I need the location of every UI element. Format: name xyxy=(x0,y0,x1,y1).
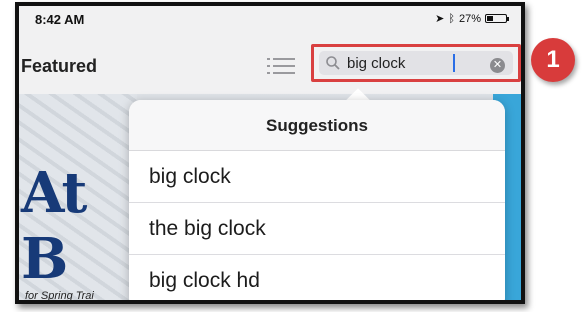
suggestions-popover: Suggestions big clock the big clock big … xyxy=(129,100,505,300)
suggestion-item[interactable]: the big clock xyxy=(129,203,505,255)
list-icon[interactable] xyxy=(267,56,295,76)
text-cursor xyxy=(453,54,455,72)
battery-percent: 27% xyxy=(458,12,481,25)
suggestion-item[interactable]: big clock xyxy=(129,151,505,203)
nav-title: Featured xyxy=(21,56,98,76)
step-callout-badge: 1 xyxy=(531,38,575,82)
banner-left[interactable]: At B for Spring Trai xyxy=(19,94,137,302)
suggestion-label: big clock xyxy=(149,165,231,188)
search-field[interactable]: ✕ xyxy=(319,51,513,75)
suggestion-item[interactable]: big clock hd xyxy=(129,255,505,300)
suggestion-label: big clock hd xyxy=(149,269,260,292)
search-highlight-box: ✕ xyxy=(311,44,521,82)
search-input[interactable] xyxy=(347,54,457,72)
bluetooth-icon: ᛒ xyxy=(448,12,455,25)
location-arrow-icon: ➤ xyxy=(435,13,445,25)
battery-icon xyxy=(485,14,509,23)
suggestion-label: the big clock xyxy=(149,217,266,240)
nav-bar: Featured ✕ xyxy=(19,30,521,94)
magnifier-icon xyxy=(326,56,340,70)
suggestions-title: Suggestions xyxy=(265,116,368,135)
status-right: ➤ ᛒ 27% xyxy=(435,12,509,25)
clear-icon[interactable]: ✕ xyxy=(490,58,505,73)
suggestions-header: Suggestions xyxy=(129,100,505,151)
status-bar: 8:42 AM ➤ ᛒ 27% xyxy=(19,6,521,30)
banner-text: At B xyxy=(21,160,87,292)
banner-caption: for Spring Trai xyxy=(25,290,94,302)
status-time: 8:42 AM xyxy=(35,12,85,27)
device-screen: 8:42 AM ➤ ᛒ 27% Featured big clock ✕ At … xyxy=(15,2,525,304)
